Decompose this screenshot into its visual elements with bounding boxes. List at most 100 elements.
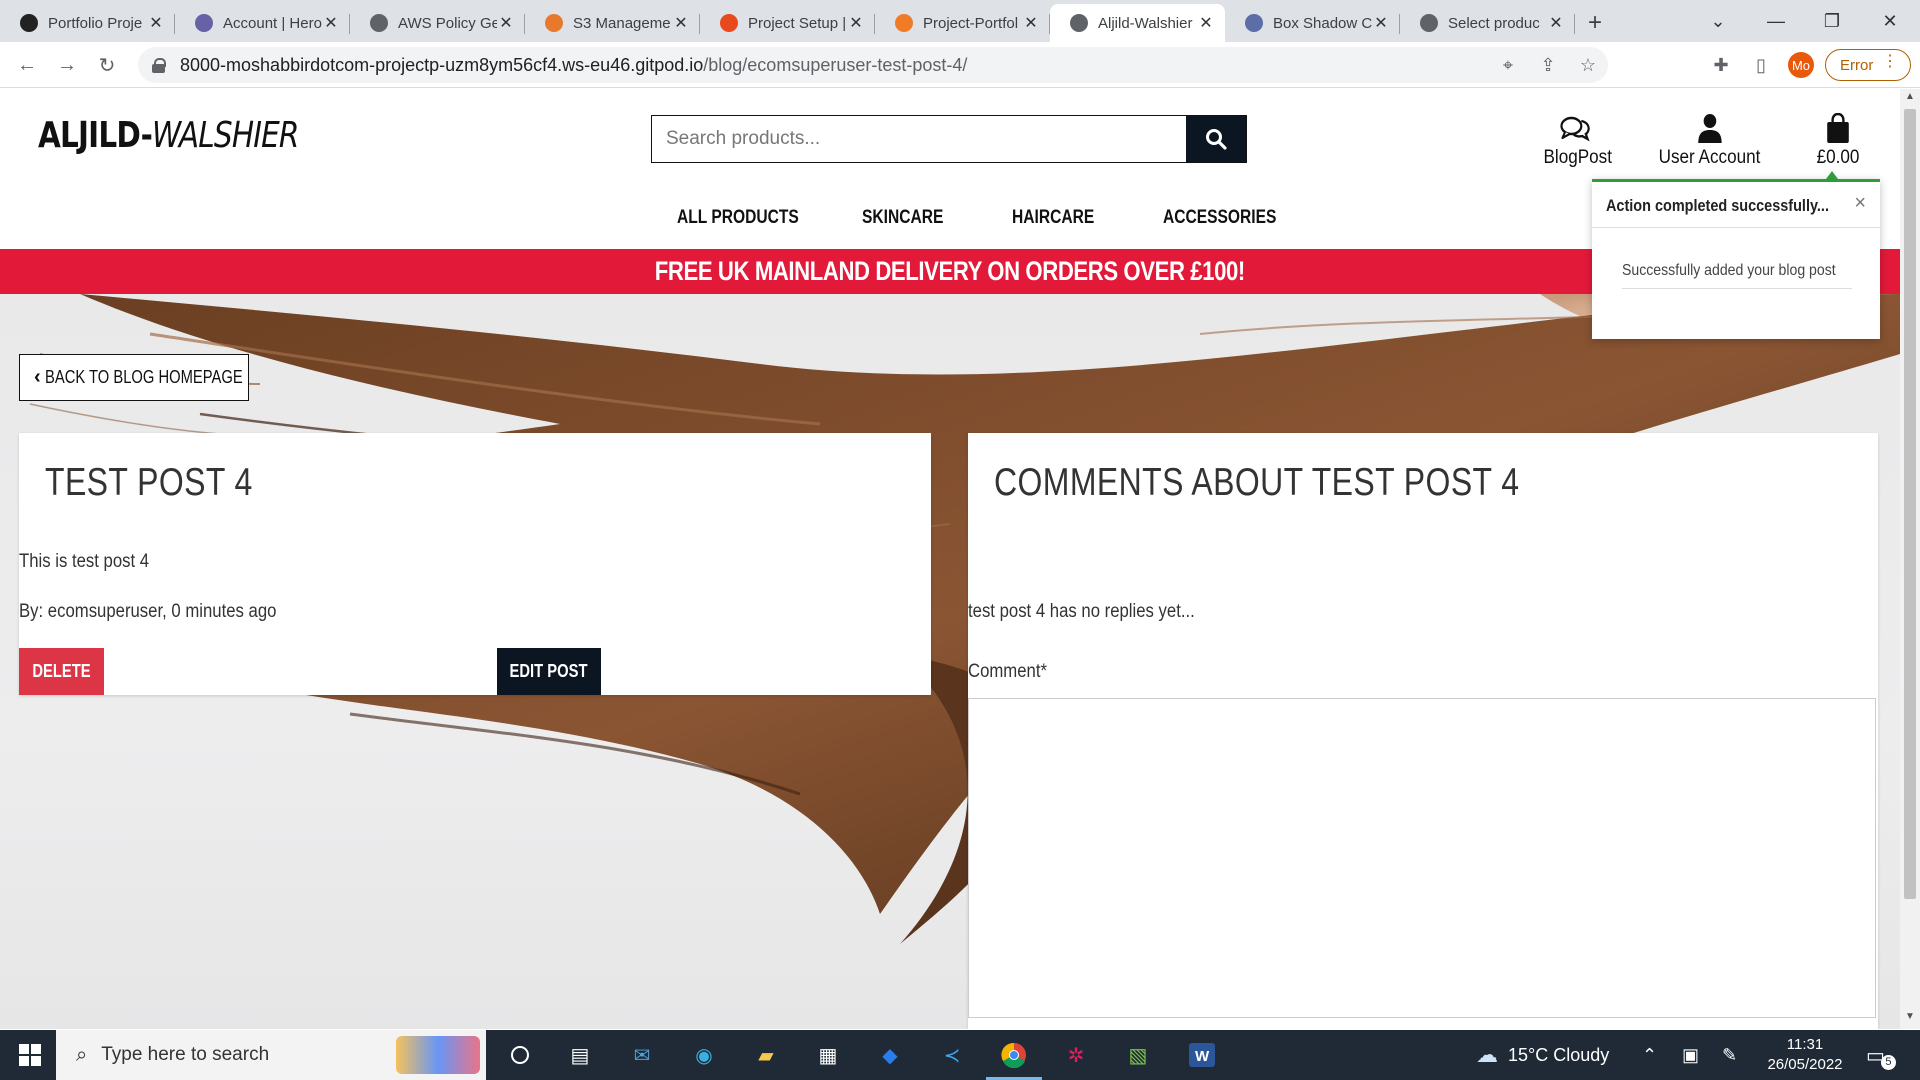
browser-tab-7[interactable]: Aljild-Walshier ✕ [1050,4,1225,42]
profile-avatar[interactable]: Mo [1788,52,1814,78]
browser-tab-6[interactable]: Project-Portfol ✕ [875,4,1050,42]
globe-icon [1420,14,1438,32]
browser-tab-1[interactable]: Portfolio Proje ✕ [0,4,175,42]
tab-close-icon[interactable]: ✕ [322,13,340,33]
new-tab-button[interactable]: + [1575,4,1615,42]
scroll-up-icon[interactable]: ▲ [1900,91,1920,102]
maximize-button[interactable]: ❐ [1804,0,1860,42]
browser-tab-3[interactable]: AWS Policy Ge ✕ [350,4,525,42]
word-icon[interactable]: W [1186,1039,1218,1071]
store-icon[interactable]: ▦ [812,1039,844,1071]
dropbox-icon[interactable]: ◆ [874,1039,906,1071]
tab-label: Account | Hero [223,14,322,32]
edge-icon[interactable]: ◉ [688,1039,720,1071]
bag-link[interactable]: £0.00 [1811,109,1865,169]
tab-close-icon[interactable]: ✕ [1547,13,1565,33]
search-input[interactable] [652,116,1186,162]
notifications-icon[interactable]: ▭ 5 [1866,1030,1896,1080]
tab-close-icon[interactable]: ✕ [1372,13,1390,33]
cloud-icon: ☁ [1476,1042,1498,1067]
back-icon[interactable]: ← [12,50,42,80]
minimize-button[interactable]: — [1748,0,1804,42]
delete-label: DELETE [32,661,91,681]
lock-icon [152,58,166,73]
taskbar-search[interactable]: ⌕ Type here to search [56,1030,486,1080]
browser-tab-8[interactable]: Box Shadow C ✕ [1225,4,1400,42]
error-label: Error [1840,56,1874,74]
toast-close-icon[interactable]: × [1854,192,1866,215]
aws-s3-icon [545,14,563,32]
nav-skincare[interactable]: SKINCARE [862,207,943,229]
browser-toolbar: ← → ↻ 8000-moshabbirdotcom-projectp-uzm8… [0,42,1920,88]
search-button[interactable] [1186,116,1246,162]
tab-close-icon[interactable]: ✕ [147,13,165,33]
pen-icon[interactable]: ✎ [1722,1030,1737,1080]
close-window-button[interactable]: ✕ [1862,0,1918,42]
tab-search-icon[interactable]: ⌄ [1690,0,1746,42]
toast-divider [1592,227,1880,228]
tab-close-icon[interactable]: ✕ [497,13,515,33]
paint-icon[interactable]: ▧ [1122,1039,1154,1071]
nav-all-products[interactable]: ALL PRODUCTS [677,207,799,229]
windows-start-icon[interactable] [14,1039,46,1071]
tab-label: Portfolio Proje [48,14,143,32]
menu-kebab-icon[interactable]: ⋮ [1882,54,1898,70]
browser-tab-2[interactable]: Account | Hero ✕ [175,4,350,42]
slack-icon[interactable]: ✲ [1060,1039,1092,1071]
nav-accessories[interactable]: ACCESSORIES [1163,207,1276,229]
tray-device-icon[interactable]: ▣ [1682,1030,1699,1080]
screen: Portfolio Proje ✕ Account | Hero ✕ AWS Polic… [0,0,1920,1080]
user-icon [1697,114,1722,143]
nav-haircare[interactable]: HAIRCARE [1012,207,1094,229]
delete-button[interactable]: DELETE [19,648,104,695]
file-explorer-icon[interactable]: ▰ [750,1039,782,1071]
extensions-icon[interactable]: ✚ [1706,50,1736,80]
tab-close-icon[interactable]: ✕ [672,13,690,33]
post-title: TEST POST 4 [45,461,253,504]
logo-main: ALJILD- [38,115,153,156]
scrollbar-thumb[interactable] [1904,109,1916,899]
cortana-icon[interactable] [504,1039,536,1071]
url-path: /blog/ecomsuperuser-test-post-4/ [703,54,968,75]
share-icon[interactable]: ⇪ [1528,55,1568,76]
logo-italic: WALSHIER [152,115,299,156]
tab-close-icon[interactable]: ✕ [1022,13,1040,33]
user-account-link[interactable]: User Account [1658,109,1762,169]
error-badge[interactable]: Error ⋮ [1825,49,1911,81]
tab-close-icon[interactable]: ✕ [847,13,865,33]
scroll-down-icon[interactable]: ▼ [1900,1011,1920,1022]
back-to-blog-button[interactable]: ‹ BACK TO BLOG HOMEPAGE [19,354,249,401]
forward-icon[interactable]: → [52,50,82,80]
tab-label: Aljild-Walshier [1098,14,1193,32]
bookmark-star-icon[interactable]: ☆ [1568,55,1608,76]
github-icon [20,14,38,32]
page-scrollbar[interactable]: ▲ ▼ [1900,89,1920,1029]
search-highlight-icon [396,1036,480,1074]
url-host: 8000-moshabbirdotcom-projectp-uzm8ym56cf… [180,54,704,75]
browser-tab-4[interactable]: S3 Manageme ✕ [525,4,700,42]
address-bar[interactable]: 8000-moshabbirdotcom-projectp-uzm8ym56cf… [138,47,1608,83]
tray-chevron-icon[interactable]: ⌃ [1642,1030,1657,1080]
location-icon[interactable]: ⌖ [1488,55,1528,76]
comment-textarea[interactable] [968,698,1876,1018]
reload-icon[interactable]: ↻ [92,50,122,80]
opera-icon [720,14,738,32]
edit-post-button[interactable]: EDIT POST [497,648,601,695]
clock-date: 26/05/2022 [1767,1056,1843,1073]
task-view-icon[interactable]: ▤ [564,1039,596,1071]
post-card: TEST POST 4 This is test post 4 By: ecom… [19,433,931,695]
site-logo[interactable]: ALJILD-WALSHIER [38,115,299,156]
taskbar-clock[interactable]: 11:31 26/05/2022 [1760,1035,1850,1075]
banner-text: FREE UK MAINLAND DELIVERY ON ORDERS OVER… [654,256,1246,286]
tab-close-icon[interactable]: ✕ [1197,13,1215,33]
vscode-icon[interactable]: ≺ [936,1039,968,1071]
mail-icon[interactable]: ✉ [626,1039,658,1071]
back-to-blog-label: BACK TO BLOG HOMEPAGE [44,367,243,387]
toast-title: Action completed successfully... [1606,196,1829,215]
browser-tab-5[interactable]: Project Setup | ✕ [700,4,875,42]
side-panel-icon[interactable]: ▯ [1746,50,1776,80]
chrome-icon[interactable] [998,1039,1030,1071]
weather-widget[interactable]: ☁ 15°C Cloudy [1476,1030,1609,1080]
browser-tab-9[interactable]: Select produc ✕ [1400,4,1575,42]
blog-link[interactable]: BlogPost [1544,109,1612,169]
